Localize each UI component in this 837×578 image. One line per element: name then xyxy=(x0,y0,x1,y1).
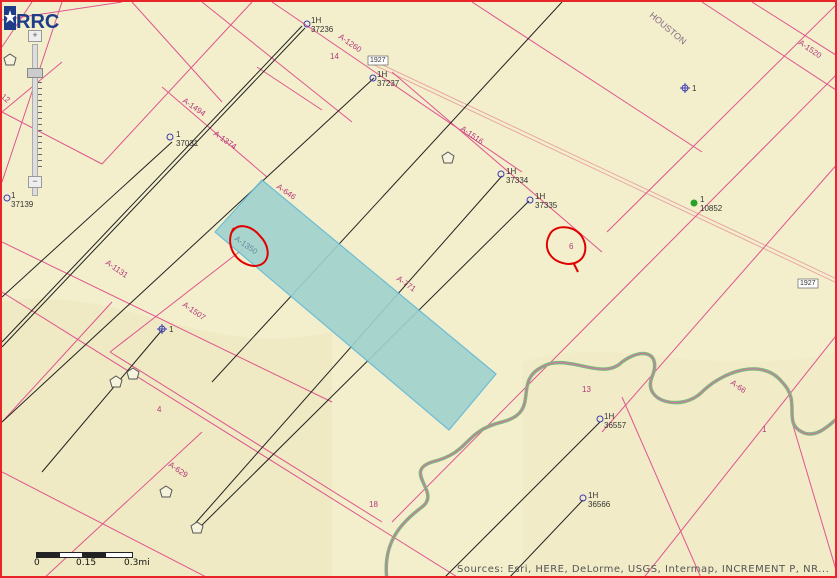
survey-number: 14 xyxy=(330,52,339,61)
well-label[interactable]: 1 xyxy=(692,84,696,93)
survey-number: 13 xyxy=(582,385,591,394)
well-label[interactable]: 1H 36566 xyxy=(588,491,610,509)
well-label[interactable]: 1H 37236 xyxy=(311,16,333,34)
logo-text: RRC xyxy=(16,11,59,33)
scale-bar: 0 0.15 0.3mi xyxy=(34,550,150,568)
road-shield-label: 1927 xyxy=(370,57,386,64)
well-label[interactable]: 1 37031 xyxy=(176,130,198,148)
well-label[interactable]: 1H 37237 xyxy=(377,70,399,88)
well-label[interactable]: 1H 36557 xyxy=(604,412,626,430)
well-label[interactable]: 1 xyxy=(169,325,173,334)
scale-label: 0 xyxy=(34,558,40,568)
zoom-slider[interactable]: + − xyxy=(27,30,43,196)
survey-number: 1 xyxy=(762,425,767,434)
survey-number: 4 xyxy=(157,405,162,414)
attribution[interactable]: Sources: Esri, HERE, DeLorme, USGS, Inte… xyxy=(457,564,829,575)
zoom-thumb[interactable] xyxy=(27,68,43,78)
survey-number: 18 xyxy=(369,500,378,509)
map-view[interactable]: HOUSTON 1927 1927 A-1260 A-1494 A-1374 A… xyxy=(0,0,837,578)
well-label[interactable]: 1H 37334 xyxy=(506,167,528,185)
scale-label: 0.15 xyxy=(76,558,97,568)
zoom-rail[interactable] xyxy=(32,44,38,196)
zoom-out-button[interactable]: − xyxy=(28,176,42,188)
scale-label: 0.3mi xyxy=(124,558,150,568)
well-label[interactable]: 1 37139 xyxy=(11,191,33,209)
well-label[interactable]: 1H 37335 xyxy=(535,192,557,210)
active-well-icon xyxy=(690,199,698,207)
survey-number: 6 xyxy=(569,242,574,251)
rrc-logo-icon: RRC xyxy=(4,6,59,33)
road-shield-label: 1927 xyxy=(800,280,816,287)
well-label[interactable]: 1 10852 xyxy=(700,195,722,213)
map-layer xyxy=(2,2,835,576)
